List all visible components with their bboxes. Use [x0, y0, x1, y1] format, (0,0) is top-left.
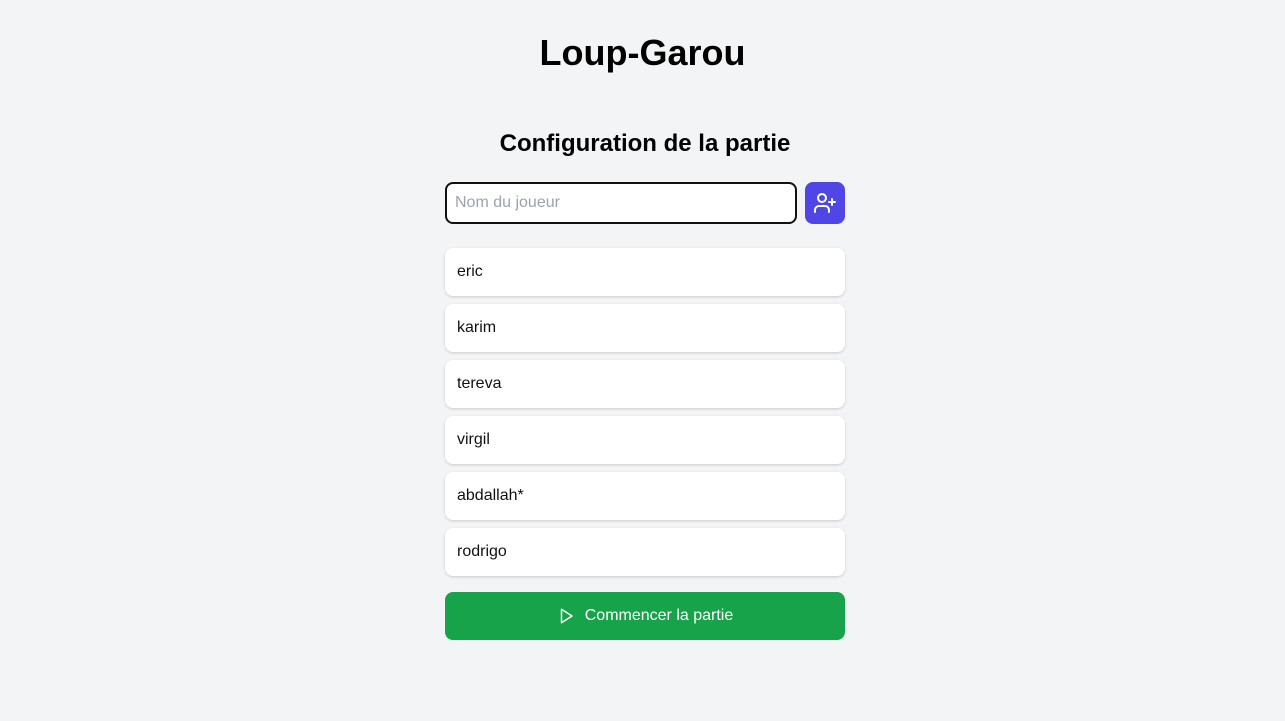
start-game-button[interactable]: Commencer la partie — [445, 592, 845, 640]
player-item: virgil — [445, 416, 845, 464]
player-item: karim — [445, 304, 845, 352]
app-title: Loup-Garou — [539, 32, 746, 73]
player-item: tereva — [445, 360, 845, 408]
player-item: rodrigo — [445, 528, 845, 576]
player-list: eric karim tereva virgil abdallah* rodri… — [445, 248, 845, 576]
player-item: eric — [445, 248, 845, 296]
user-plus-icon — [813, 191, 837, 215]
player-name-input[interactable] — [445, 182, 797, 224]
play-icon — [557, 607, 575, 625]
player-item: abdallah* — [445, 472, 845, 520]
game-setup-panel: Configuration de la partie eric karim te… — [445, 126, 845, 640]
start-game-label: Commencer la partie — [584, 607, 734, 624]
app: Loup-Garou Configuration de la partie er… — [0, 0, 1285, 721]
add-player-row — [445, 182, 845, 224]
add-player-button[interactable] — [805, 182, 845, 224]
section-title: Configuration de la partie — [499, 130, 791, 157]
